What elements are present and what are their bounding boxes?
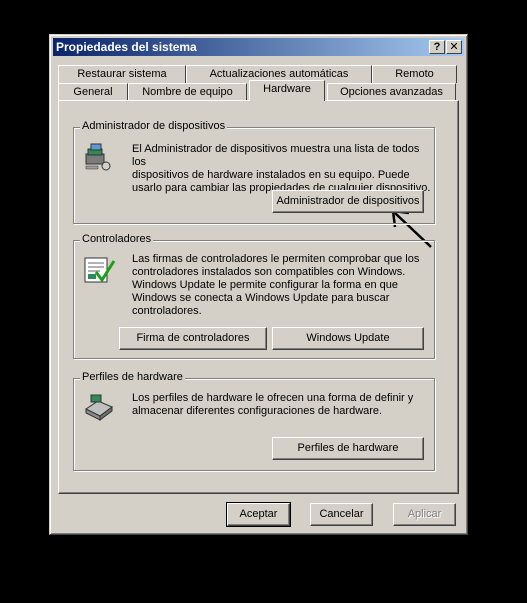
description-line: Las firmas de controladores le permiten … [132,253,420,265]
description-line: almacenar diferentes configuraciones de … [132,405,383,417]
device-manager-description: El Administrador de dispositivos muestra… [132,143,434,195]
hardware-profiles-description: Los perfiles de hardware le ofrecen una … [132,392,413,418]
driver-signing-button[interactable]: Firma de controladores [119,327,267,350]
apply-button[interactable]: Aplicar [393,503,456,526]
device-manager-button[interactable]: Administrador de dispositivos [272,190,424,213]
hardware-profiles-button[interactable]: Perfiles de hardware [272,437,424,460]
description-line: Los perfiles de hardware le ofrecen una … [132,392,414,404]
description-line: dispositivos de hardware instalados en s… [132,169,410,181]
hardware-profiles-group: Perfiles de hardware Los perfiles de har… [73,371,435,471]
drivers-group: Controladores Las firmas de controladore… [73,233,435,359]
device-manager-group-title: Administrador de dispositivos [80,120,228,132]
cancel-button[interactable]: Cancelar [310,503,373,526]
description-line: El Administrador de dispositivos muestra… [132,143,420,168]
tab-remoto[interactable]: Remoto [372,65,457,83]
close-button[interactable]: ✕ [446,40,462,54]
device-manager-group: Administrador de dispositivos El Adminis… [73,120,435,224]
tab-hardware[interactable]: Hardware [249,80,325,101]
description-line: Windows Update le permite configurar la … [132,279,398,291]
windows-update-button[interactable]: Windows Update [272,327,424,350]
help-button[interactable]: ? [429,40,445,54]
drivers-description: Las firmas de controladores le permiten … [132,253,419,318]
ok-button[interactable]: Aceptar [226,502,291,527]
tab-restaurar-sistema[interactable]: Restaurar sistema [58,65,186,83]
title-bar[interactable]: Propiedades del sistema ? ✕ [53,38,464,56]
system-properties-window: Propiedades del sistema ? ✕ Restaurar si… [49,34,468,535]
hardware-tab-panel: Administrador de dispositivos El Adminis… [58,100,459,494]
drivers-group-title: Controladores [80,233,154,245]
description-line: controladores. [132,305,202,317]
window-title: Propiedades del sistema [56,40,197,54]
hardware-profiles-icon [85,394,113,421]
hardware-profiles-group-title: Perfiles de hardware [80,371,185,383]
tab-nombre-de-equipo[interactable]: Nombre de equipo [128,83,247,101]
tab-opciones-avanzadas[interactable]: Opciones avanzadas [327,83,456,101]
description-line: controladores instalados son compatibles… [132,266,406,278]
description-line: Windows se conecta a Windows Update para… [132,292,390,304]
device-manager-icon [85,143,111,171]
tab-general[interactable]: General [58,83,128,101]
driver-signing-icon [84,257,116,283]
